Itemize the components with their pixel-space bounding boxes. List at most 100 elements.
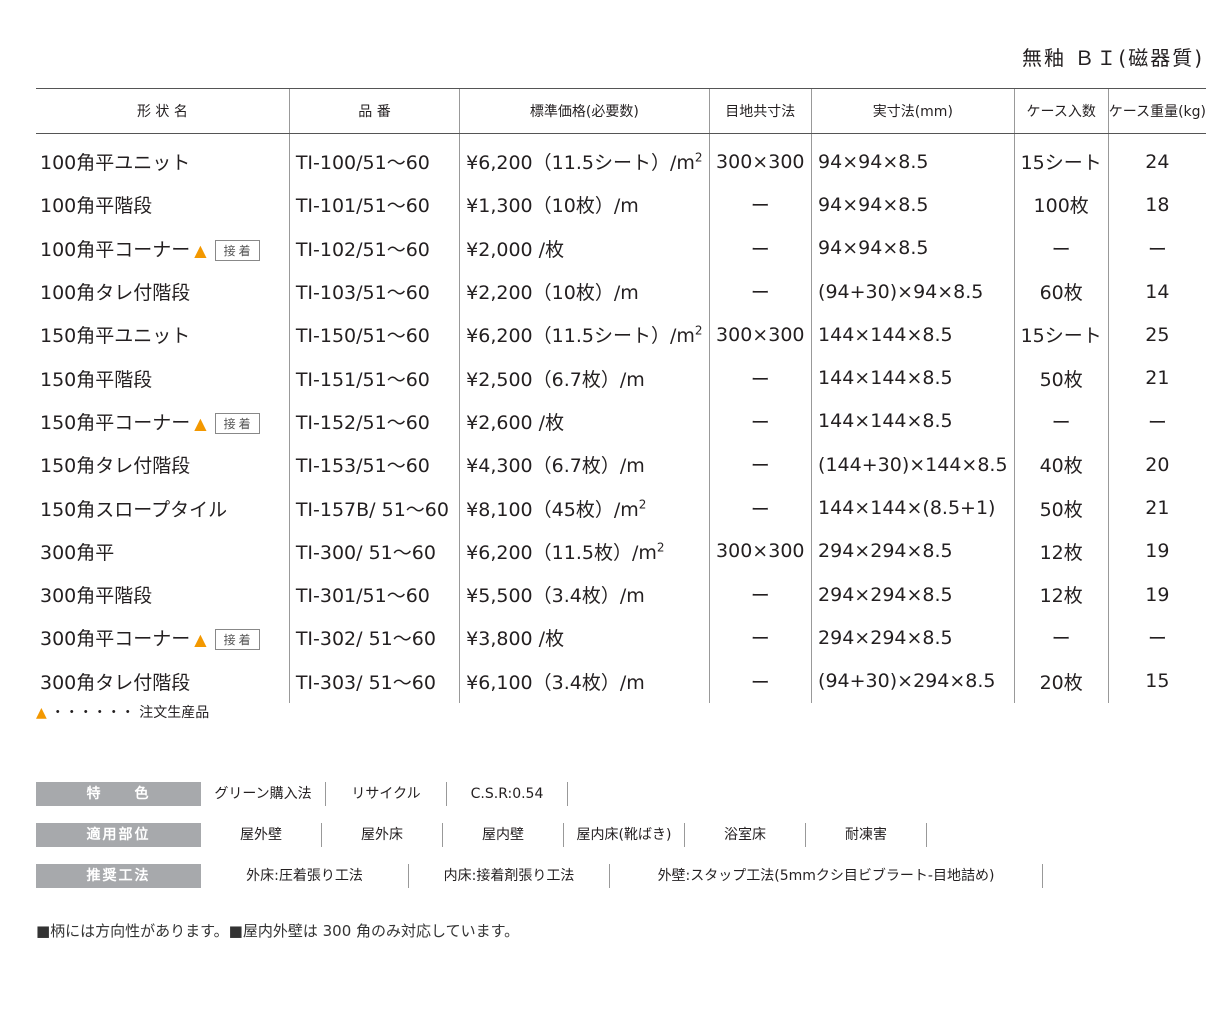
cell-joint-size: ー [708,486,812,530]
cell-price: ¥6,100（3.4枚）/m [459,659,709,703]
cell-joint-size: 300×300 [708,313,812,357]
cell-shape-name: 100角平ユニット [36,134,289,184]
adhesive-badge: 接着 [214,412,260,434]
area-item: 耐凍害 [806,823,927,847]
cell-case-qty: 15シート [1013,313,1109,357]
cell-case-qty: ー [1013,616,1109,660]
cell-case-qty: 50枚 [1013,356,1109,400]
method-item: 外床:圧着張り工法 [201,864,409,888]
cell-actual-size: 294×294×8.5 [811,572,1015,617]
cell-joint-size: ー [708,443,812,487]
price-unit-superscript: 2 [694,324,703,338]
shape-name: 150角平ユニット [40,325,191,348]
cell-actual-size: 294×294×8.5 [811,529,1015,573]
cell-price: ¥6,200（11.5シート）/m2 [459,133,709,184]
shape-name: 150角平コーナー [40,411,191,434]
header-joint-size: 目地共寸法 [708,88,812,134]
price-text: ¥5,500（3.4枚）/m [466,585,645,608]
cell-case-weight: 19 [1107,529,1206,573]
cell-product-code: TI-101/51〜60 [288,183,460,227]
cell-actual-size: 144×144×8.5 [811,356,1015,400]
cell-shape-name: 150角タレ付階段 [36,443,289,486]
table-row: 150角タレ付階段 TI-153/51〜60 ¥4,300（6.7枚）/m ー (144… [36,443,1206,487]
cell-actual-size: (94+30)×94×8.5 [811,269,1015,314]
cell-shape-name: 150角平ユニット [36,313,289,356]
cell-shape-name: 100角平コーナー ▲ 接着 [36,227,289,270]
cell-product-code: TI-303/ 51〜60 [288,659,460,703]
methods-label: 推奨工法 [36,864,201,888]
shape-name: 100角タレ付階段 [40,282,191,305]
price-text: ¥6,200（11.5枚）/m [466,541,657,564]
triangle-icon: ▲ [194,413,207,433]
cell-shape-name: 100角タレ付階段 [36,270,289,313]
price-text: ¥6,200（11.5シート）/m [466,325,695,348]
cell-actual-size: (94+30)×294×8.5 [811,659,1015,703]
area-item: 屋外壁 [201,823,322,847]
cell-joint-size: ー [708,616,812,660]
footer-note: ■柄には方向性があります。■屋内外壁は 300 角のみ対応しています。 [36,922,520,940]
price-text: ¥3,800 /枚 [466,628,565,651]
cell-price: ¥3,800 /枚 [459,616,709,660]
method-item: 外壁:スタップ工法(5mmクシ目ビブラート-目地詰め) [610,864,1043,888]
price-text: ¥8,100（45枚）/m [466,498,639,521]
table-row: 300角タレ付階段 TI-303/ 51〜60 ¥6,100（3.4枚）/m ー (94… [36,659,1206,703]
feature-item: C.S.R:0.54 [447,782,568,806]
cell-case-weight: 14 [1107,269,1206,314]
cell-case-qty: 12枚 [1013,529,1109,573]
cell-case-qty: 100枚 [1013,183,1109,227]
adhesive-badge: 接着 [214,629,260,651]
cell-shape-name: 300角平階段 [36,573,289,616]
cell-joint-size: ー [708,183,812,227]
cell-case-weight: 19 [1107,572,1206,617]
price-text: ¥2,000 /枚 [466,238,565,261]
area-item: 浴室床 [685,823,806,847]
cell-product-code: TI-150/51〜60 [288,313,460,357]
cell-shape-name: 150角平階段 [36,356,289,399]
header-shape-name: 形 状 名 [36,88,290,134]
features-row: 特 色 グリーン購入法 リサイクル C.S.R:0.54 [36,782,568,806]
cell-joint-size: ー [708,356,812,400]
cell-price: ¥2,600 /枚 [459,399,709,444]
cell-price: ¥6,200（11.5シート）/m2 [459,313,709,357]
cell-case-weight: 24 [1107,133,1206,184]
cell-product-code: TI-157B/ 51〜60 [288,486,460,530]
table-row: 300角平階段 TI-301/51〜60 ¥5,500（3.4枚）/m ー 294×29… [36,572,1206,617]
cell-case-weight: 18 [1107,183,1206,227]
table-row: 300角平コーナー ▲ 接着 TI-302/ 51〜60 ¥3,800 /枚ー 294×2… [36,616,1206,660]
feature-item: リサイクル [326,782,447,806]
cell-price: ¥5,500（3.4枚）/m [459,572,709,617]
cell-price: ¥8,100（45枚）/m2 [459,486,709,530]
price-unit-superscript: 2 [638,497,647,512]
cell-product-code: TI-100/51〜60 [288,133,460,184]
cell-case-weight: ー [1107,226,1206,270]
cell-actual-size: 294×294×8.5 [811,616,1015,660]
cell-shape-name: 150角平コーナー ▲ 接着 [36,400,289,443]
cell-price: ¥2,200（10枚）/m [459,269,709,314]
price-text: ¥6,100（3.4枚）/m [466,671,645,694]
table-row: 150角平コーナー ▲ 接着 TI-152/51〜60 ¥2,600 /枚ー 144×14… [36,399,1206,444]
header-case-qty: ケース入数 [1013,88,1109,134]
product-title: 無釉 ＢＩ(磁器質) [1022,46,1204,70]
price-text: ¥2,200（10枚）/m [466,282,639,305]
header-actual-size: 実寸法(mm) [811,88,1015,134]
triangle-icon: ▲ [194,240,207,260]
cell-shape-name: 300角タレ付階段 [36,660,289,703]
cell-actual-size: 144×144×8.5 [811,313,1015,357]
cell-shape-name: 150角スロープタイル [36,486,289,529]
cell-case-weight: 25 [1107,313,1206,357]
price-text: ¥1,300（10枚）/m [466,195,639,218]
areas-row: 適用部位 屋外壁 屋外床 屋内壁 屋内床(靴ばき) 浴室床 耐凍害 [36,823,927,847]
cell-joint-size: ー [708,659,812,703]
shape-name: 150角タレ付階段 [40,455,191,478]
cell-case-weight: ー [1107,616,1206,660]
table-row: 100角タレ付階段 TI-103/51〜60 ¥2,200（10枚）/m ー (94+3… [36,269,1206,314]
cell-case-weight: 20 [1107,443,1206,487]
shape-name: 300角平階段 [40,585,153,608]
header-price: 標準価格(必要数) [459,88,709,134]
cell-case-qty: 50枚 [1013,486,1109,530]
cell-case-qty: 20枚 [1013,659,1109,703]
methods-row: 推奨工法 外床:圧着張り工法 内床:接着剤張り工法 外壁:スタップ工法(5mmク… [36,864,1043,888]
cell-product-code: TI-103/51〜60 [288,269,460,314]
cell-case-weight: 15 [1107,659,1206,703]
cell-actual-size: 94×94×8.5 [811,133,1015,184]
